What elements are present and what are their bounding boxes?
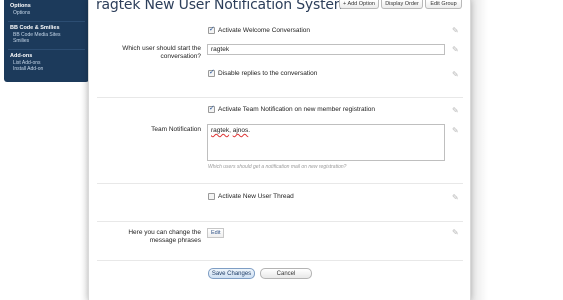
sidebar-section-addons: Add-ons List Add-ons Install Add-on bbox=[4, 53, 89, 73]
new-user-thread-checkbox[interactable] bbox=[208, 193, 215, 200]
row-divider bbox=[97, 183, 463, 184]
message-phrases-label: Here you can change the message phrases bbox=[99, 229, 201, 245]
add-option-button[interactable]: + Add Option bbox=[339, 0, 379, 9]
sidebar-divider bbox=[8, 20, 85, 22]
welcome-conversation-label: Activate Welcome Conversation bbox=[218, 27, 311, 34]
edit-pencil-icon[interactable]: ✎ bbox=[452, 46, 460, 54]
options-panel: ragtek New User Notification System▾ + A… bbox=[88, 0, 471, 300]
sidebar-link-install-addon[interactable]: Install Add-on bbox=[4, 66, 89, 73]
team-user-ragtek: ragtek bbox=[211, 127, 230, 134]
edit-pencil-icon[interactable]: ✎ bbox=[452, 71, 460, 79]
message-phrases-label-line1: Here you can change the bbox=[128, 229, 201, 236]
sidebar: Options Options BB Code & Smilies BB Cod… bbox=[4, 0, 89, 82]
display-order-button[interactable]: Display Order bbox=[381, 0, 423, 9]
start-user-input[interactable]: ragtek bbox=[207, 44, 445, 55]
page-title: ragtek New User Notification System▾ bbox=[96, 0, 353, 13]
new-user-thread-label: Activate New User Thread bbox=[218, 193, 294, 200]
team-notification-checkbox-label: Activate Team Notification on new member… bbox=[218, 106, 376, 113]
cancel-button[interactable]: Cancel bbox=[260, 268, 312, 279]
row-divider bbox=[97, 97, 463, 98]
sidebar-section-bbcode: BB Code & Smilies BB Code Media Sites Sm… bbox=[4, 25, 89, 45]
start-user-label: Which user should start the conversation… bbox=[99, 45, 201, 61]
edit-pencil-icon[interactable]: ✎ bbox=[452, 127, 460, 135]
sidebar-divider bbox=[8, 48, 85, 50]
edit-pencil-icon[interactable]: ✎ bbox=[452, 229, 460, 237]
disable-replies-label: Disable replies to the conversation bbox=[218, 70, 318, 77]
row-divider bbox=[97, 221, 463, 222]
team-notification-textarea[interactable]: ragtek, ajnos. bbox=[207, 124, 445, 161]
page-title-text: ragtek New User Notification System bbox=[96, 0, 348, 13]
sidebar-link-smilies[interactable]: Smilies bbox=[4, 38, 89, 45]
start-user-label-line1: Which user should start the bbox=[122, 45, 201, 52]
sidebar-heading-bbcode[interactable]: BB Code & Smilies bbox=[4, 25, 89, 32]
team-user-ajnos: ajnos bbox=[232, 127, 249, 134]
edit-pencil-icon[interactable]: ✎ bbox=[452, 27, 460, 35]
sidebar-section-options: Options Options bbox=[4, 3, 89, 17]
sidebar-heading-options[interactable]: Options bbox=[4, 3, 89, 10]
edit-pencil-icon[interactable]: ✎ bbox=[452, 107, 460, 115]
team-user-end: . bbox=[248, 127, 251, 134]
edit-pencil-icon[interactable]: ✎ bbox=[452, 194, 460, 202]
background-right bbox=[470, 0, 563, 300]
message-phrases-label-line2: message phrases bbox=[149, 237, 201, 244]
disable-replies-checkbox[interactable] bbox=[208, 68, 215, 77]
edit-group-button[interactable]: Edit Group bbox=[425, 0, 462, 9]
edit-phrases-button[interactable]: Edit bbox=[207, 228, 225, 238]
row-divider bbox=[97, 260, 463, 261]
team-notification-checkbox[interactable] bbox=[208, 104, 215, 113]
start-user-label-line2: conversation? bbox=[160, 53, 201, 60]
team-notification-label: Team Notification bbox=[151, 126, 201, 133]
welcome-conversation-checkbox[interactable] bbox=[208, 25, 215, 34]
sidebar-heading-addons[interactable]: Add-ons bbox=[4, 53, 89, 60]
sidebar-link-options[interactable]: Options bbox=[4, 10, 89, 17]
team-notification-hint: Which users should get a notification ma… bbox=[208, 164, 347, 170]
save-changes-button[interactable]: Save Changes bbox=[208, 268, 255, 279]
